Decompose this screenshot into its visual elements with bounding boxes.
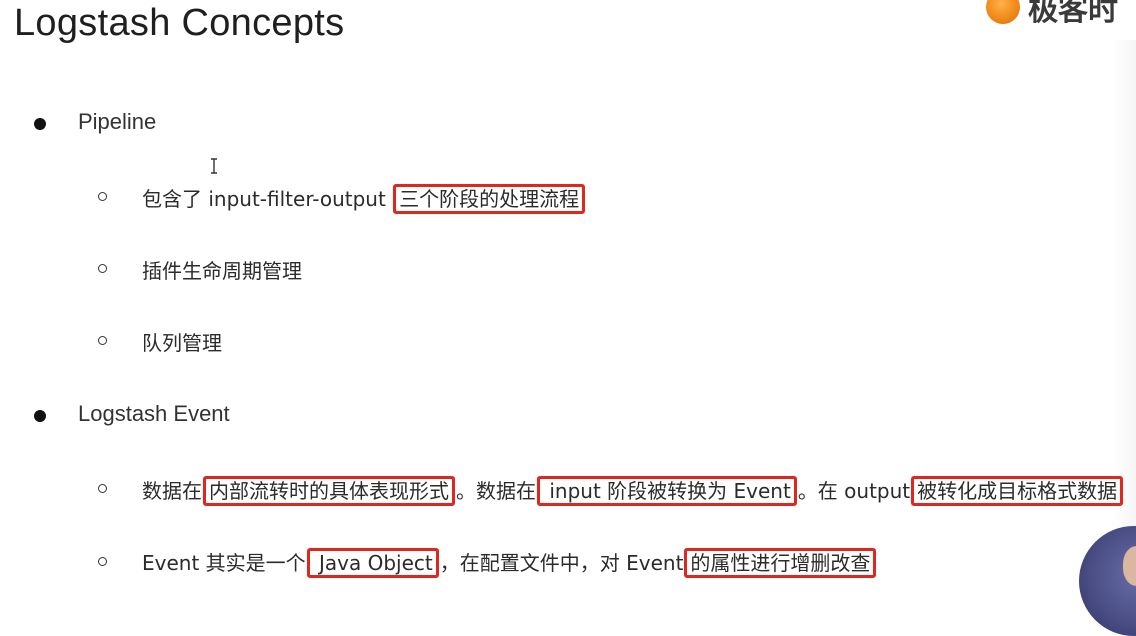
sub-item-text: 插件生命周期管理	[142, 259, 302, 283]
sub-bullet-icon	[98, 557, 107, 566]
slide-title: Logstash Concepts	[14, 2, 345, 44]
highlighted-text: 的属性进行增删改查	[684, 548, 877, 578]
sub-bullet-icon	[98, 264, 107, 273]
sub-item: 包含了 input-filter-output 三个阶段的处理流程	[142, 183, 586, 214]
sub-item-text: 数据在	[142, 479, 202, 503]
sub-bullet-icon	[98, 484, 107, 493]
sub-item: 数据在 内部流转时的具体表现形式 。数据在 input 阶段被转换为 Event 。在…	[142, 475, 1124, 506]
highlighted-text: 内部流转时的具体表现形式	[203, 476, 455, 506]
sub-item: 插件生命周期管理	[142, 255, 302, 284]
presenter-avatar	[1079, 526, 1136, 636]
logo-text: 极客时	[1028, 0, 1118, 24]
sub-item-text: 。数据在	[456, 479, 536, 503]
bullet-icon	[34, 118, 46, 130]
highlighted-text: input 阶段被转换为 Event	[537, 476, 797, 506]
bullet-logstash-event: Logstash Event	[78, 401, 230, 426]
sub-item-text: 包含了 input-filter-output	[142, 187, 393, 211]
logo: 极客时	[986, 0, 1136, 24]
presenter-face	[1123, 546, 1136, 586]
sub-item: 队列管理	[142, 327, 222, 356]
bullet-icon	[34, 410, 46, 422]
highlighted-text: 三个阶段的处理流程	[393, 184, 586, 214]
highlighted-text: Java Object	[306, 548, 439, 578]
highlighted-text: 被转化成目标格式数据	[911, 476, 1124, 506]
sub-bullet-icon	[98, 336, 107, 345]
sub-item-text: 。在 output	[797, 479, 911, 503]
sub-item-text: ，在配置文件中，对 Event	[439, 551, 684, 575]
geektime-logo-icon	[986, 0, 1020, 24]
sub-item: Event 其实是一个 Java Object ，在配置文件中，对 Event 的属…	[142, 547, 877, 578]
sub-item-text: 队列管理	[142, 331, 222, 355]
text-cursor-icon	[211, 158, 217, 174]
sub-bullet-icon	[98, 192, 107, 201]
sub-item-text: Event 其实是一个	[142, 551, 306, 575]
bullet-pipeline: Pipeline	[78, 109, 157, 134]
